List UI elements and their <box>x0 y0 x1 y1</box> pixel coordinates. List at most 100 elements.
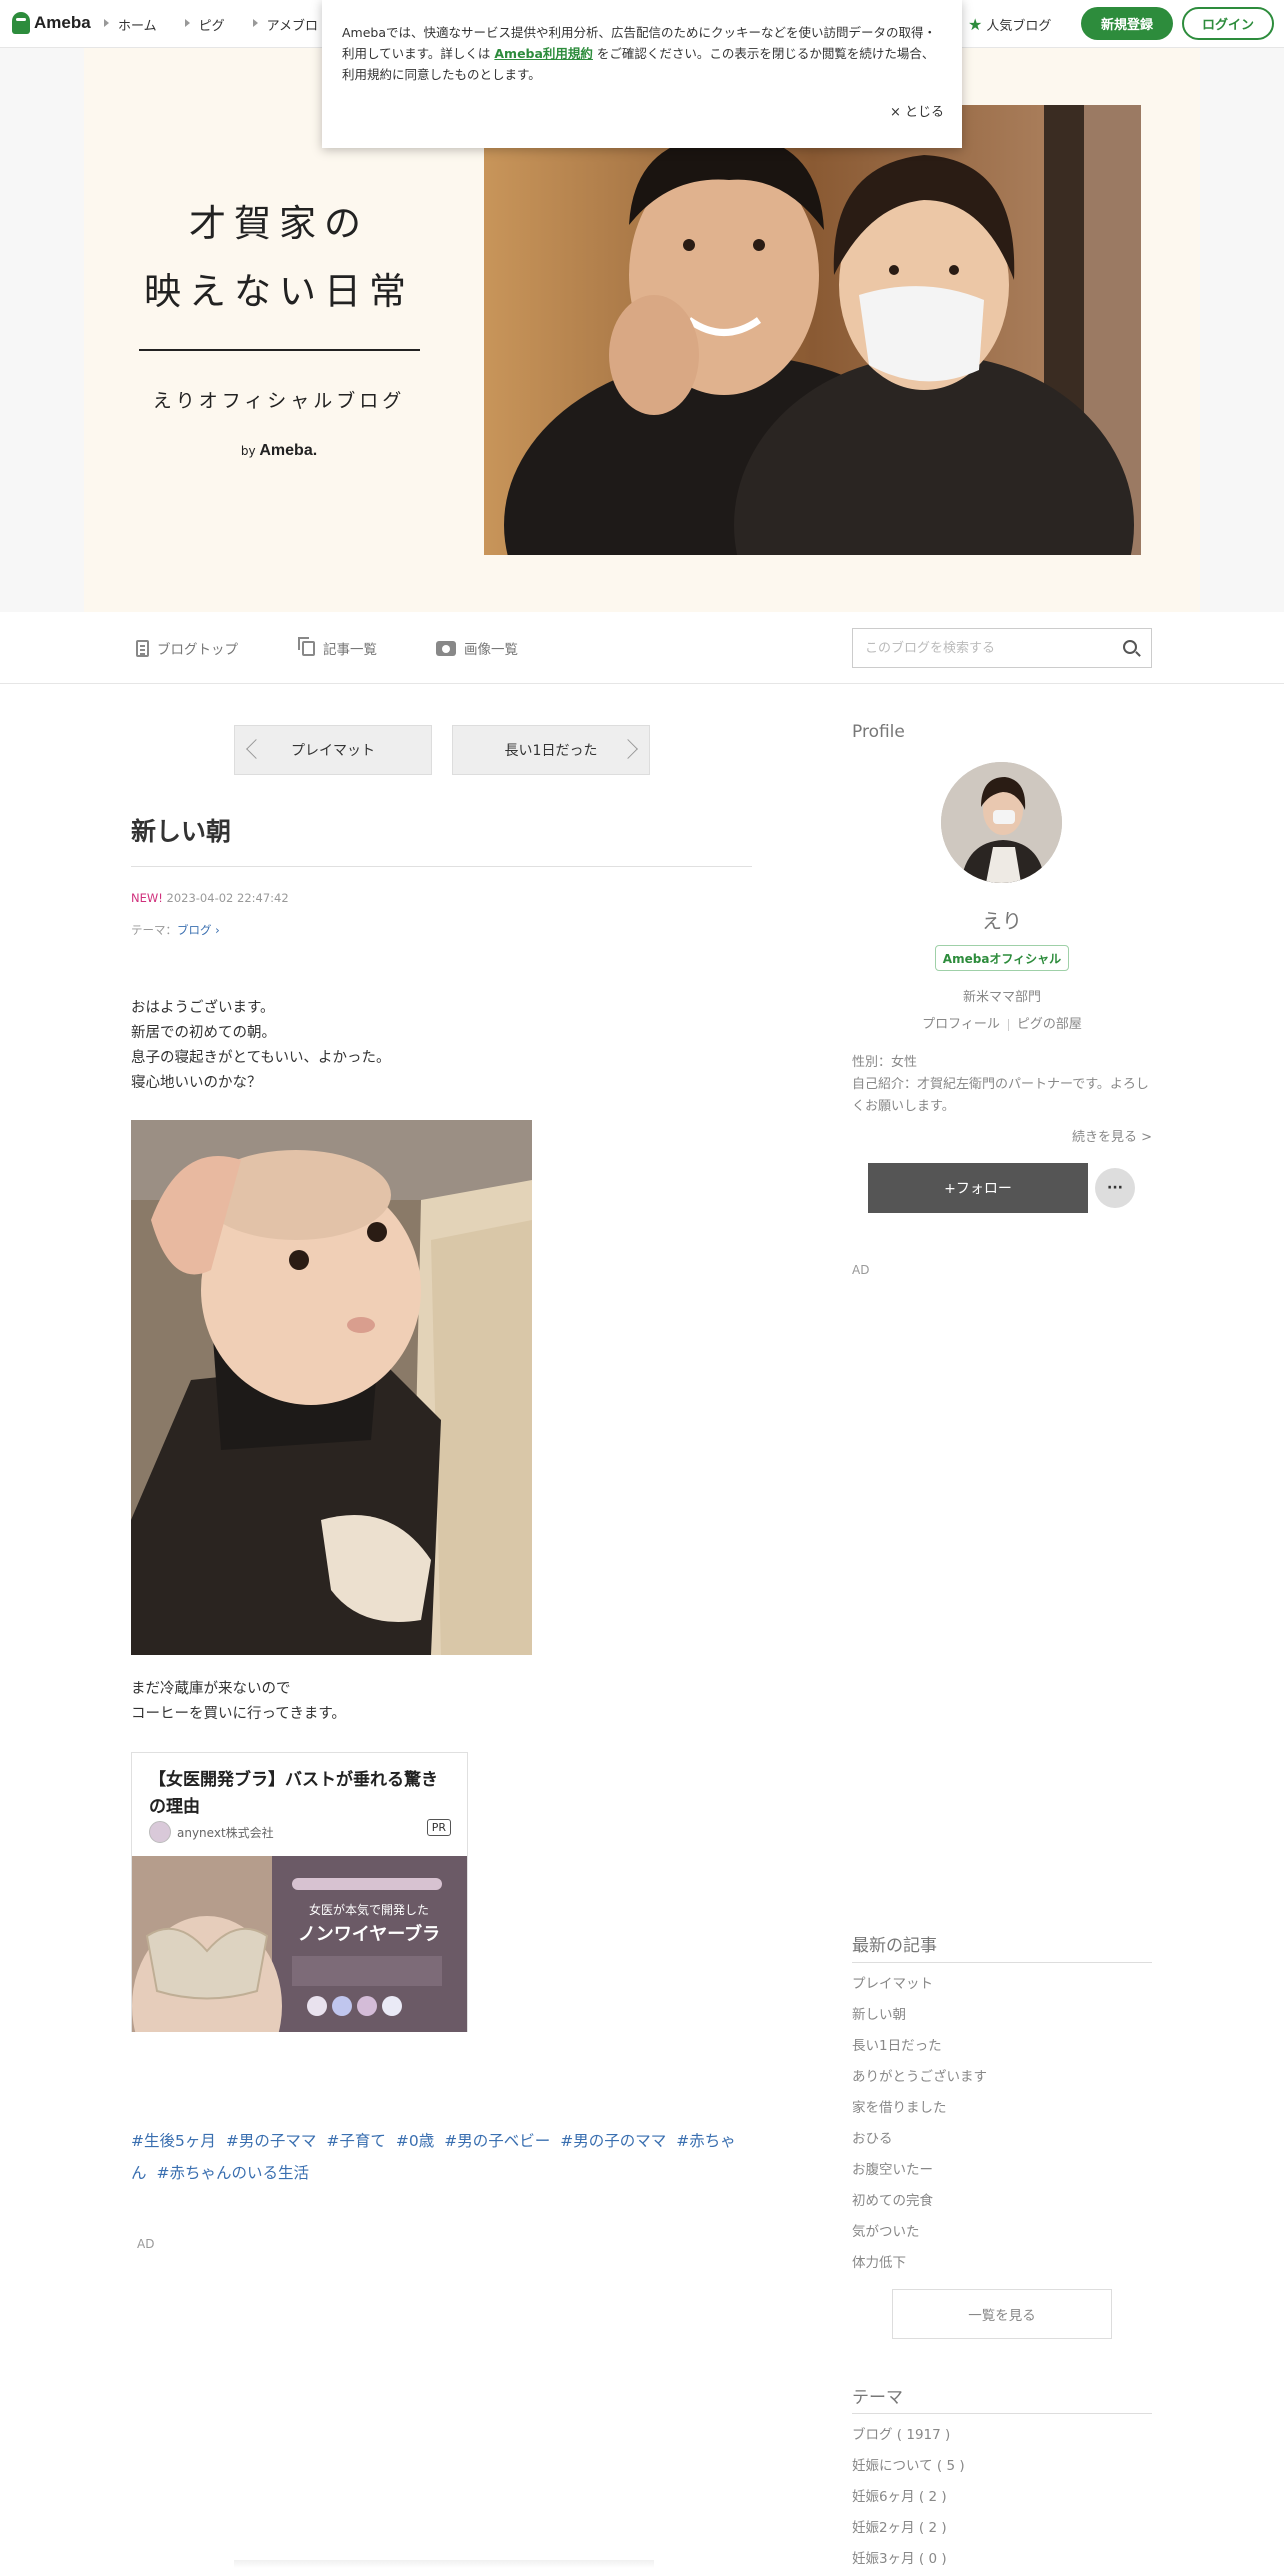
nav-links: ホーム ピグ アメブロ <box>104 15 318 34</box>
cookie-close-button[interactable]: × とじる <box>890 102 944 123</box>
text-line: コーヒーを買いに行ってきます。 <box>131 1706 346 1722</box>
more-options-button[interactable]: ··· <box>1095 1168 1135 1208</box>
by-brand: Ameba. <box>259 442 318 459</box>
title-divider <box>131 866 752 867</box>
recent-article-link[interactable]: 初めての完食 <box>852 2186 987 2217</box>
theme-link[interactable]: 妊娠2ヶ月 ( 2 ) <box>852 2513 965 2544</box>
recent-article-link[interactable]: 体力低下 <box>852 2248 987 2279</box>
recent-articles-list: プレイマット 新しい朝 長い1日だった ありがとうございます 家を借りました お… <box>852 1969 987 2279</box>
copy-icon <box>298 636 315 656</box>
hashtag-list: #生後5ヶ月 #男の子ママ #子育て #0歳 #男の子ベビー #男の子のママ #赤ちゃん #赤… <box>131 2125 751 2189</box>
link-separator <box>1007 1018 1009 1031</box>
hashtag-link[interactable]: #赤ちゃんのいる生活 <box>157 2164 310 2182</box>
profile-intro: 自己紹介：才賀紀左衛門のパートナーです。よろしくお願いします。 <box>852 1077 1149 1114</box>
pig-room-link[interactable]: ピグの部屋 <box>1017 1017 1082 1032</box>
text-line: おはようございます。 <box>131 1000 275 1016</box>
terms-link[interactable]: Ameba利用規約 <box>494 46 593 61</box>
recent-articles-heading: 最新の記事 <box>852 1936 937 1956</box>
by-label: by <box>240 444 256 458</box>
article-title: 新しい朝 <box>131 817 232 846</box>
couple-photo-graphic <box>484 105 1141 555</box>
article-paragraph-2: まだ冷蔵庫が来ないので コーヒーを買いに行ってきます。 <box>131 1677 346 1727</box>
ad-image-graphic: 女医が本気で開発した ノンワイヤーブラ <box>132 1856 467 2032</box>
recent-article-link[interactable]: 長い1日だった <box>852 2031 987 2062</box>
view-all-button[interactable]: 一覧を見る <box>892 2289 1112 2339</box>
text-line: 寝心地いいのかな？ <box>131 1075 262 1091</box>
blog-top-label: ブログトップ <box>157 642 238 658</box>
brand-name: Ameba <box>34 13 91 32</box>
recent-article-link[interactable]: ありがとうございます <box>852 2062 987 2093</box>
profile-link[interactable]: プロフィール <box>922 1017 1000 1032</box>
theme-link[interactable]: 妊娠について ( 5 ) <box>852 2451 965 2482</box>
ad-company: anynext株式会社 <box>149 1821 274 1843</box>
advertiser-avatar <box>149 1821 171 1843</box>
popular-blog-link[interactable]: ★ 人気ブログ <box>968 15 1051 34</box>
text-line: まだ冷蔵庫が来ないので <box>131 1681 291 1697</box>
avatar[interactable] <box>941 762 1062 883</box>
article-list-link[interactable]: 記事一覧 <box>298 636 377 658</box>
hashtag-link[interactable]: #生後5ヶ月 <box>131 2132 216 2150</box>
text-line: 新居での初めての朝。 <box>131 1025 276 1041</box>
hashtag-link[interactable]: #0歳 <box>396 2132 434 2150</box>
baby-photo[interactable] <box>131 1120 532 1655</box>
theme-link[interactable]: 妊娠6ヶ月 ( 2 ) <box>852 2482 965 2513</box>
bottom-overlay-edge <box>234 2560 654 2568</box>
login-button[interactable]: ログイン <box>1182 7 1274 40</box>
prev-article-button[interactable]: プレイマット <box>234 725 432 775</box>
ad-label: AD <box>137 2237 155 2251</box>
prev-article-label: プレイマット <box>291 743 375 759</box>
next-article-button[interactable]: 長い1日だった <box>452 725 650 775</box>
nav-link-pig[interactable]: ピグ <box>184 15 225 34</box>
chevron-left-icon <box>246 739 266 759</box>
article-paragraph-1: おはようございます。 新居での初めての朝。 息子の寝起きがとてもいい、よかった。… <box>131 996 391 1096</box>
article-theme: テーマ：ブログ › <box>131 922 220 938</box>
hashtag-link[interactable]: #男の子のママ <box>560 2132 666 2150</box>
next-article-label: 長い1日だった <box>504 743 598 759</box>
blog-search <box>852 628 1152 668</box>
profile-info: 性別：女性 自己紹介：才賀紀左衛門のパートナーです。よろしくお願いします。 <box>852 1052 1152 1118</box>
image-list-link[interactable]: 画像一覧 <box>436 638 518 658</box>
blog-title-line2: 映えない日常 <box>144 270 414 313</box>
ameba-logo[interactable]: Ameba <box>12 12 91 34</box>
blog-top-link[interactable]: ブログトップ <box>136 638 238 658</box>
nav-link-ameblo[interactable]: アメブロ <box>252 15 318 34</box>
nav-link-home[interactable]: ホーム <box>104 15 157 34</box>
document-icon <box>136 639 149 657</box>
hashtag-link[interactable]: #男の子ベビー <box>444 2132 550 2150</box>
recent-article-link[interactable]: おひる <box>852 2124 987 2155</box>
profile-category[interactable]: 新米ママ部門 <box>852 986 1152 1005</box>
avatar-graphic <box>941 762 1062 883</box>
couple-photo <box>484 105 1141 555</box>
recent-article-link[interactable]: お腹空いたー <box>852 2155 987 2186</box>
theme-link[interactable]: ブログ <box>177 923 212 937</box>
article-list-label: 記事一覧 <box>323 642 377 658</box>
read-more-link[interactable]: 続きを見る > <box>852 1126 1152 1145</box>
search-icon[interactable] <box>1123 640 1137 654</box>
sidebar-ad-label: AD <box>852 1263 870 1277</box>
theme-heading: テーマ <box>852 2388 903 2408</box>
profile-heading: Profile <box>852 722 905 742</box>
recent-article-link[interactable]: 新しい朝 <box>852 2000 987 2031</box>
recent-article-link[interactable]: 家を借りました <box>852 2093 987 2124</box>
sponsored-ad-card[interactable]: 【女医開発ブラ】バストが垂れる驚きの理由 anynext株式会社 PR 女医が本… <box>131 1752 468 2032</box>
banner-divider <box>139 349 420 351</box>
hashtag-link[interactable]: #子育て <box>326 2132 386 2150</box>
blog-search-input[interactable] <box>853 629 1103 667</box>
profile-gender: 性別：女性 <box>852 1055 918 1070</box>
theme-divider <box>852 2413 1152 2414</box>
article-meta: NEW! 2023-04-02 22:47:42 <box>131 891 289 905</box>
register-button[interactable]: 新規登録 <box>1081 7 1173 40</box>
recent-divider <box>852 1962 1152 1963</box>
chevron-right-icon <box>618 739 638 759</box>
theme-label: テーマ： <box>131 923 177 937</box>
by-ameba-mark: by Ameba. <box>84 442 474 460</box>
theme-link[interactable]: 妊娠3ヶ月 ( 0 ) <box>852 2544 965 2568</box>
profile-name[interactable]: えり <box>852 905 1152 934</box>
theme-link[interactable]: ブログ ( 1917 ) <box>852 2420 965 2451</box>
follow-button[interactable]: +フォロー <box>868 1163 1088 1213</box>
ad-image-text-2: ノンワイヤーブラ <box>298 1923 440 1945</box>
hashtag-link[interactable]: #男の子ママ <box>226 2132 317 2150</box>
recent-article-link[interactable]: プレイマット <box>852 1969 987 2000</box>
new-badge: NEW! <box>131 891 163 905</box>
recent-article-link[interactable]: 気がついた <box>852 2217 987 2248</box>
